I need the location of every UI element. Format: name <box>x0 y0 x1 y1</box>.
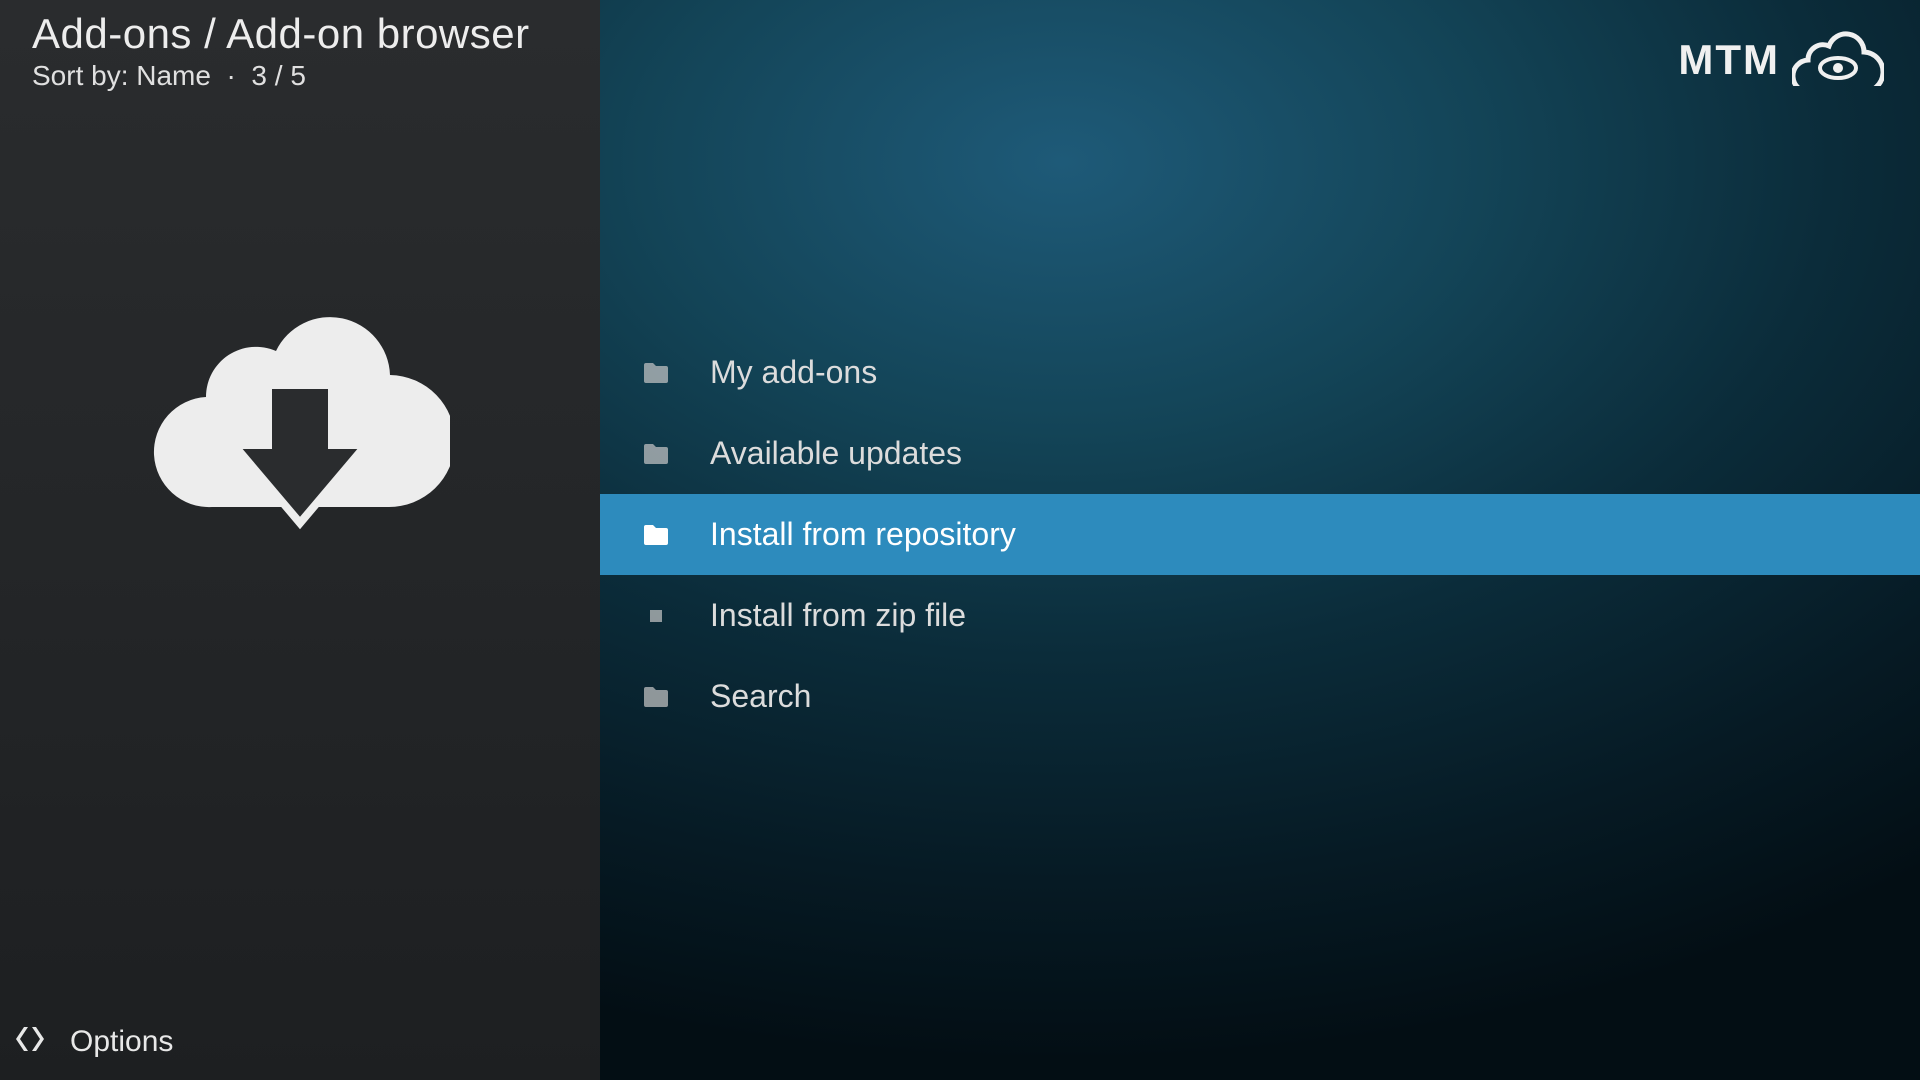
menu-item-my-addons[interactable]: My add-ons <box>600 332 1920 413</box>
options-button[interactable]: Options <box>14 1023 173 1060</box>
folder-icon <box>640 438 672 470</box>
sort-line: Sort by: Name · 3 / 5 <box>32 60 530 92</box>
menu-item-label: Search <box>710 678 811 715</box>
position-indicator: 3 / 5 <box>251 60 305 91</box>
menu-item-label: Install from repository <box>710 516 1016 553</box>
app-root: Options My add-ons Available updates <box>0 0 1920 1080</box>
header: Add-ons / Add-on browser Sort by: Name ·… <box>32 10 530 92</box>
options-icon <box>14 1023 46 1060</box>
logo: MTM <box>1678 28 1884 91</box>
separator: · <box>227 60 236 91</box>
left-panel: Options <box>0 0 600 1080</box>
menu-item-available-updates[interactable]: Available updates <box>600 413 1920 494</box>
sort-label: Sort by: Name <box>32 60 211 91</box>
menu-item-label: Available updates <box>710 435 962 472</box>
breadcrumb: Add-ons / Add-on browser <box>32 10 530 58</box>
folder-icon <box>640 519 672 551</box>
menu-list: My add-ons Available updates Install fro… <box>600 332 1920 737</box>
cloud-download-icon <box>150 255 450 535</box>
menu-item-label: My add-ons <box>710 354 877 391</box>
folder-icon <box>640 357 672 389</box>
folder-icon <box>640 681 672 713</box>
cloud-eye-icon <box>1792 28 1884 91</box>
file-icon <box>640 600 672 632</box>
menu-item-install-from-zip[interactable]: Install from zip file <box>600 575 1920 656</box>
menu-item-install-from-repository[interactable]: Install from repository <box>600 494 1920 575</box>
menu-item-search[interactable]: Search <box>600 656 1920 737</box>
menu-item-label: Install from zip file <box>710 597 966 634</box>
logo-text: MTM <box>1678 36 1780 84</box>
right-panel: My add-ons Available updates Install fro… <box>600 0 1920 1080</box>
options-label: Options <box>70 1025 173 1059</box>
